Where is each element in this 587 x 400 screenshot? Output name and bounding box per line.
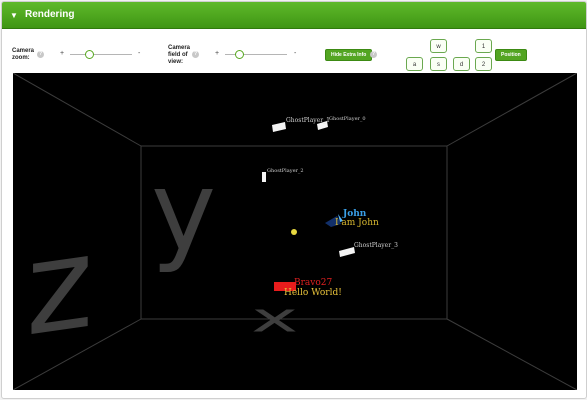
- key-a-button[interactable]: a: [406, 57, 423, 71]
- camera-fov-label: Camera field of view:: [168, 45, 191, 65]
- scene-marker: [291, 229, 297, 235]
- x-axis-label: x: [251, 294, 299, 341]
- camera-zoom-label: Camera zoom:: [12, 48, 35, 61]
- render-viewport[interactable]: z y x GhostPlayer_1 GhostPlayer_0 GhostP…: [13, 73, 577, 390]
- fov-minus-label: -: [294, 50, 297, 57]
- position-button[interactable]: Position: [495, 49, 527, 61]
- ghost-player-0-label: GhostPlayer_0: [329, 116, 366, 122]
- zoom-slider-handle[interactable]: [84, 50, 94, 59]
- ghost-player-2-block: [262, 172, 266, 182]
- y-axis-label: y: [151, 147, 217, 275]
- rendering-panel: ▼ Rendering Camera zoom: ? + - Camera fi…: [1, 1, 587, 399]
- key-w-button[interactable]: w: [430, 39, 447, 53]
- fov-help-icon[interactable]: ?: [192, 51, 199, 58]
- panel-title: Rendering: [25, 9, 75, 20]
- ghost-player-1-block: [272, 122, 286, 132]
- collapse-caret-icon[interactable]: ▼: [10, 11, 18, 20]
- key-2-button[interactable]: 2: [475, 57, 492, 71]
- z-axis-label: z: [26, 207, 94, 366]
- panel-header[interactable]: ▼ Rendering: [2, 2, 586, 29]
- zoom-slider-track[interactable]: [70, 54, 132, 55]
- zoom-plus-label: +: [60, 50, 65, 57]
- zoom-help-icon[interactable]: ?: [37, 51, 44, 58]
- ghost-player-3-label: GhostPlayer_3: [354, 242, 398, 249]
- hide-extra-info-button[interactable]: Hide Extra Info: [325, 49, 373, 61]
- fov-plus-label: +: [215, 50, 220, 57]
- bravo27-message: Hello World!: [284, 288, 342, 298]
- key-d-button[interactable]: d: [453, 57, 470, 71]
- ghost-player-2-label: GhostPlayer_2: [267, 168, 304, 174]
- john-message: I am John: [335, 218, 379, 228]
- extra-info-help-icon[interactable]: ?: [370, 51, 377, 58]
- key-1-button[interactable]: 1: [475, 39, 492, 53]
- ghost-player-3-block: [339, 247, 355, 257]
- bravo27-name-label: Bravo27: [294, 278, 333, 288]
- ghost-player-1-label: GhostPlayer_1: [286, 117, 330, 124]
- fov-slider-handle[interactable]: [235, 50, 245, 59]
- zoom-minus-label: -: [138, 50, 141, 57]
- key-s-button[interactable]: s: [430, 57, 447, 71]
